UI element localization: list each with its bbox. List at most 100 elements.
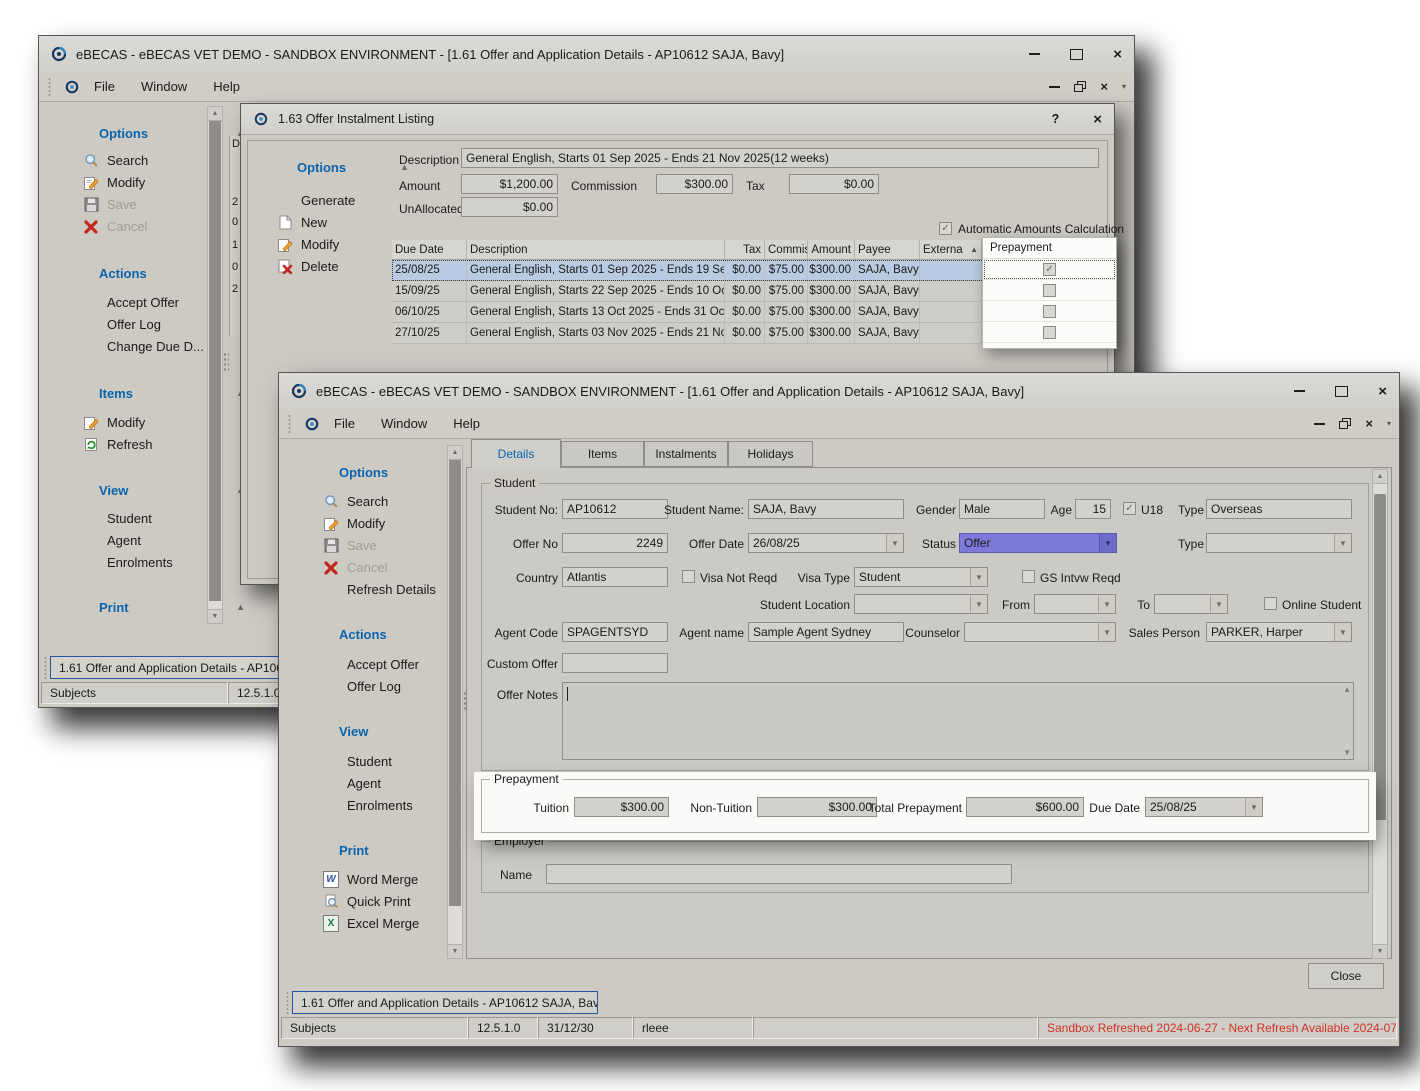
open-window-tab[interactable]: 1.61 Offer and Application Details - AP1… [292, 991, 598, 1014]
gender-field[interactable]: Male [959, 499, 1045, 519]
mdi-close-icon[interactable]: × [1365, 417, 1373, 430]
chevron-down-icon[interactable]: ▼ [1210, 595, 1227, 613]
prepayment-cell[interactable] [983, 259, 1116, 280]
custom-offer-field[interactable] [562, 653, 668, 673]
description-field[interactable]: General English, Starts 01 Sep 2025 - En… [461, 148, 1099, 168]
amount-field[interactable]: $1,200.00 [461, 174, 558, 194]
menu-file[interactable]: File [94, 79, 115, 94]
dialog-item-new[interactable]: New [261, 212, 397, 233]
col-commission[interactable]: Commissi [765, 240, 808, 259]
prepayment-cell[interactable] [983, 301, 1116, 322]
titlebar[interactable]: eBECAS - eBECAS VET DEMO - SANDBOX ENVIR… [279, 373, 1399, 410]
chevron-down-icon[interactable]: ▼ [1098, 595, 1115, 613]
gs-intvw-checkbox[interactable] [1022, 570, 1035, 583]
close-icon[interactable]: × [1378, 384, 1387, 399]
sidebar-splitter-handle[interactable] [223, 352, 229, 372]
scroll-down-icon[interactable]: ▼ [448, 944, 462, 958]
mdi-restore-icon[interactable] [1339, 418, 1351, 429]
online-student-checkbox[interactable] [1264, 597, 1277, 610]
dialog-item-modify[interactable]: Modify [261, 234, 397, 255]
chevron-down-icon[interactable]: ▼ [1334, 623, 1351, 641]
mdi-minimize-icon[interactable] [1314, 423, 1325, 425]
offer-notes-textarea[interactable]: ▲ ▼ [562, 682, 1354, 760]
dialog-section-options[interactable]: Options▲ [261, 156, 417, 178]
col-payee[interactable]: Payee [855, 240, 920, 259]
mdi-minimize-icon[interactable] [1049, 86, 1060, 88]
prepayment-cell[interactable] [983, 322, 1116, 343]
scroll-up-icon[interactable]: ▲ [208, 107, 222, 121]
scroll-down-icon[interactable]: ▼ [1373, 944, 1387, 958]
type2-dropdown[interactable]: ▼ [1206, 533, 1352, 553]
tab-holidays[interactable]: Holidays [728, 441, 813, 467]
minimize-icon[interactable] [1294, 390, 1305, 392]
visa-type-dropdown[interactable]: Student▼ [854, 567, 988, 587]
dialog-item-generate[interactable]: Generate [261, 190, 421, 211]
sidebar-section-view[interactable]: View▲ [43, 479, 261, 501]
agent-name-field[interactable]: Sample Agent Sydney [748, 622, 904, 642]
student-name-field[interactable]: SAJA, Bavy [748, 499, 904, 519]
tab-items[interactable]: Items [561, 441, 644, 467]
titlebar[interactable]: eBECAS - eBECAS VET DEMO - SANDBOX ENVIR… [39, 36, 1134, 73]
chevron-down-icon[interactable]: ▼ [1334, 534, 1351, 552]
type-field[interactable]: Overseas [1206, 499, 1352, 519]
dialog-titlebar[interactable]: 1.63 Offer Instalment Listing ? × [241, 104, 1114, 135]
commission-field[interactable]: $300.00 [656, 174, 733, 194]
menu-window[interactable]: Window [141, 79, 187, 94]
sidebar-item-view-enrolments[interactable]: Enrolments [43, 552, 269, 573]
sidebar-item-view-student[interactable]: Student [43, 508, 269, 529]
sidebar-item-view-agent[interactable]: Agent [43, 530, 269, 551]
total-prepayment-field[interactable]: $600.00 [966, 797, 1084, 817]
maximize-icon[interactable] [1070, 49, 1083, 60]
col-amount[interactable]: Amount [808, 240, 855, 259]
open-window-tab[interactable]: 1.61 Offer and Application Details - AP1… [50, 656, 308, 679]
country-field[interactable]: Atlantis [562, 567, 668, 587]
scroll-down-icon[interactable]: ▼ [1343, 748, 1351, 757]
chevron-down-icon[interactable]: ▼ [970, 595, 987, 613]
student-no-field[interactable]: AP10612 [562, 499, 668, 519]
auto-amounts-checkbox[interactable] [939, 222, 952, 235]
non-tuition-field[interactable]: $300.00 [757, 797, 877, 817]
close-button[interactable]: Close [1308, 963, 1384, 989]
col-tax[interactable]: Tax [725, 240, 765, 259]
scroll-up-icon[interactable]: ▲ [448, 446, 462, 460]
sidebar-scrollbar[interactable]: ▲ ▼ [207, 106, 223, 624]
close-icon[interactable]: × [1093, 112, 1102, 127]
offer-no-field[interactable]: 2249 [562, 533, 668, 553]
agent-code-field[interactable]: SPAGENTSYD [562, 622, 668, 642]
visa-not-reqd-checkbox[interactable] [682, 570, 695, 583]
unallocated-field[interactable]: $0.00 [461, 197, 558, 217]
prepayment-cell[interactable] [983, 280, 1116, 301]
prepayment-column-header[interactable]: Prepayment [983, 238, 1116, 259]
mdi-menu-chevron-icon[interactable]: ▾ [1387, 419, 1391, 428]
details-scrollbar[interactable]: ▲ ▼ [1372, 469, 1388, 959]
chevron-down-icon[interactable]: ▼ [1098, 623, 1115, 641]
menu-help[interactable]: Help [213, 79, 240, 94]
chevron-down-icon[interactable]: ▼ [1099, 534, 1116, 552]
menu-file[interactable]: File [334, 416, 355, 431]
offer-date-dropdown[interactable]: 26/08/25▼ [748, 533, 904, 553]
counselor-dropdown[interactable]: ▼ [964, 622, 1116, 642]
col-due-date[interactable]: Due Date [392, 240, 467, 259]
mdi-restore-icon[interactable] [1074, 81, 1086, 92]
scrollbar-thumb[interactable] [1374, 494, 1386, 820]
tab-instalments[interactable]: Instalments [644, 441, 728, 467]
u18-checkbox[interactable] [1123, 502, 1136, 515]
mdi-close-icon[interactable]: × [1100, 80, 1108, 93]
age-field[interactable]: 15 [1075, 499, 1111, 519]
sidebar-section-items[interactable]: Items▲ [43, 382, 261, 404]
to-dropdown[interactable]: ▼ [1154, 594, 1228, 614]
sidebar-item-change-due-date[interactable]: Change Due D... [43, 336, 269, 357]
prepayment-checkbox[interactable] [1043, 326, 1056, 339]
dialog-item-delete[interactable]: Delete [261, 256, 397, 277]
minimize-icon[interactable] [1029, 53, 1040, 55]
chevron-down-icon[interactable]: ▼ [970, 568, 987, 586]
student-location-dropdown[interactable]: ▼ [854, 594, 988, 614]
scroll-down-icon[interactable]: ▼ [208, 609, 222, 623]
tab-details[interactable]: Details [471, 439, 561, 468]
status-dropdown[interactable]: Offer▼ [959, 533, 1117, 553]
prepayment-checkbox[interactable] [1043, 284, 1056, 297]
tax-field[interactable]: $0.00 [789, 174, 879, 194]
sidebar-scrollbar[interactable]: ▲ ▼ [447, 445, 463, 959]
mdi-menu-chevron-icon[interactable]: ▾ [1122, 82, 1126, 91]
employer-name-field[interactable] [546, 864, 1012, 884]
